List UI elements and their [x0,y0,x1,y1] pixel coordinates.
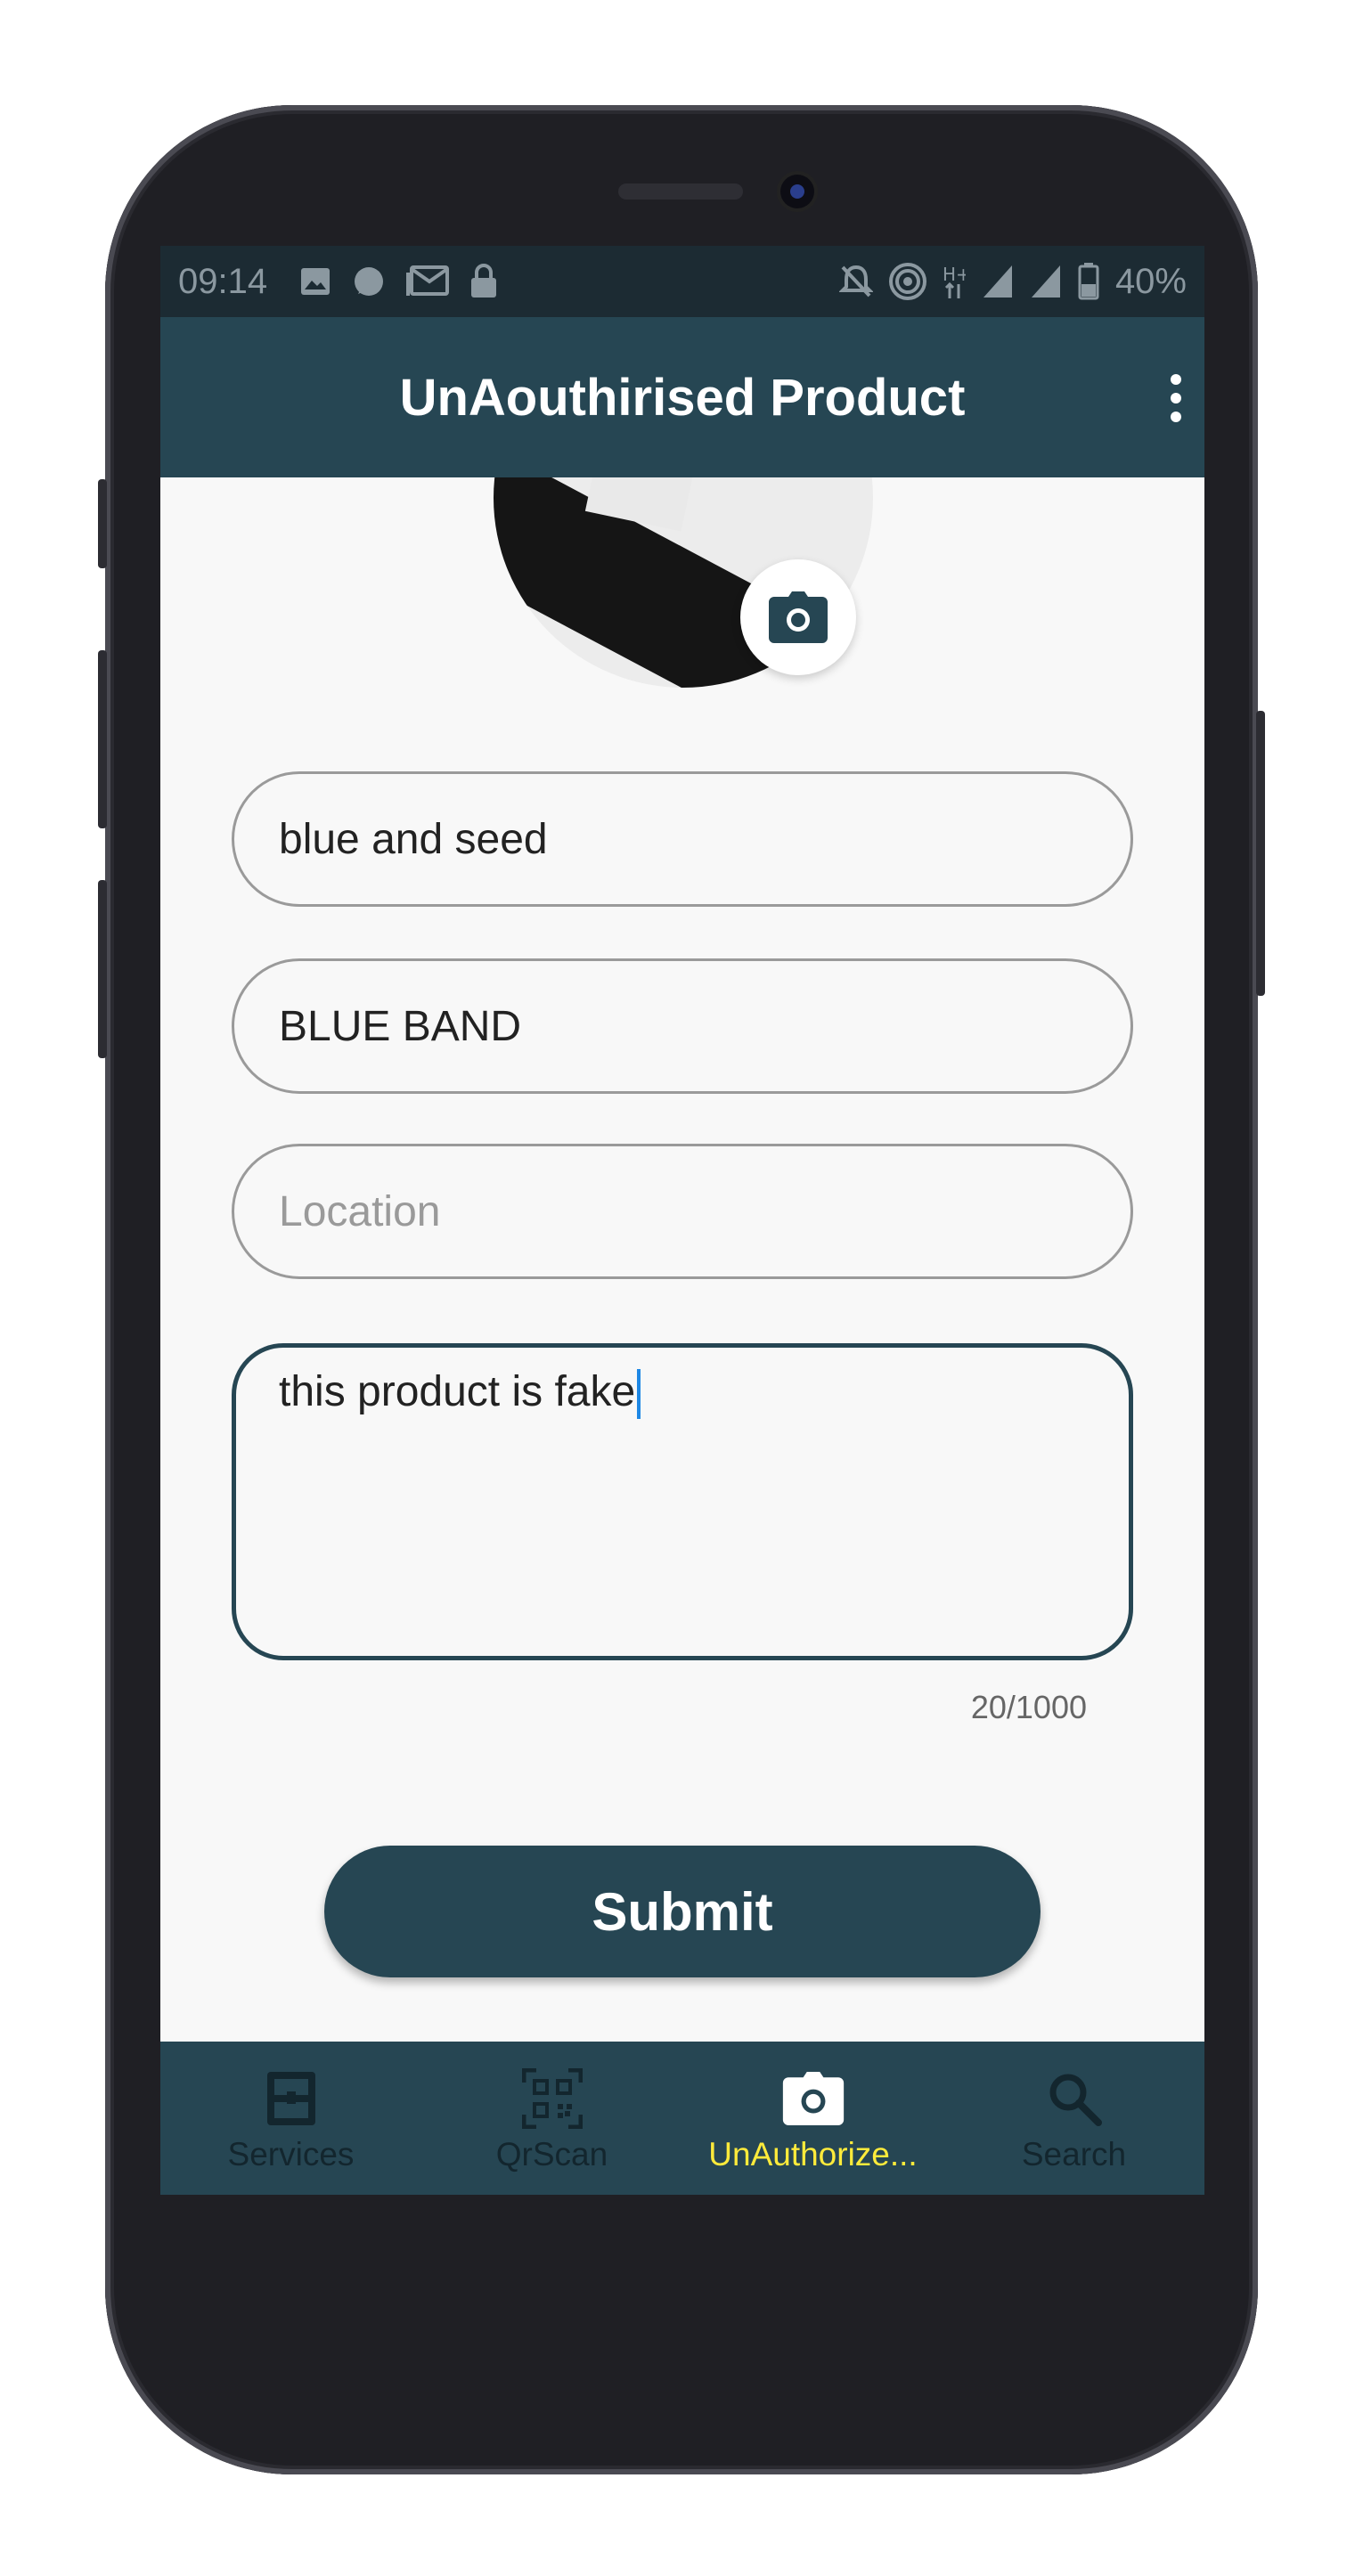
lock-icon [471,264,497,298]
qr-code-icon [521,2068,583,2129]
submit-button[interactable]: Submit [324,1846,1041,1977]
product-name-field[interactable]: blue and seed [232,771,1133,907]
report-form: blue and seed BLUE BAND Location this pr… [160,477,1204,2042]
volume-down-button [98,880,107,1058]
change-photo-button[interactable] [740,559,856,675]
signal-icon [983,265,1012,298]
front-camera [780,175,814,208]
text-cursor [637,1369,641,1420]
nav-item-qrscan[interactable]: QrScan [421,2042,682,2195]
more-vert-icon[interactable] [1167,374,1185,422]
page-title: UnAouthirised Product [399,368,966,427]
app-bar: UnAouthirised Product [160,317,1204,477]
description-field[interactable]: this product is fake [232,1343,1133,1660]
status-time: 09:14 [178,261,268,301]
side-button [98,479,107,568]
network-h-icon: H+ [943,264,966,298]
status-bar: 09:14 H+ 40% [160,246,1204,317]
mail-icon [406,265,450,296]
camera-icon [782,2072,844,2125]
nav-item-services[interactable]: Services [160,2042,421,2195]
description-text: this product is fake [279,1368,636,1415]
svg-text:H+: H+ [943,264,966,285]
camera-icon [769,591,828,643]
earpiece-speaker [618,183,743,200]
nav-label-services: Services [227,2136,355,2172]
mute-icon [838,265,873,298]
screen: 09:14 H+ 40% UnAouthirised Product blue … [160,246,1204,2195]
services-icon [266,2072,315,2125]
bottom-nav: Services QrScan UnAuthorize... Search [160,2042,1204,2195]
search-icon [1049,2074,1102,2126]
power-button [1256,711,1265,996]
location-field[interactable]: Location [232,1144,1133,1279]
nav-item-unauthorized[interactable]: UnAuthorize... [682,2042,943,2195]
nav-label-unauthorized: UnAuthorize... [708,2136,918,2172]
image-icon [301,268,331,295]
signal-icon [1031,265,1060,298]
battery-percent: 40% [1114,261,1187,301]
hotspot-icon [888,263,926,300]
char-counter: 20/1000 [970,1689,1087,1725]
nav-label-qrscan: QrScan [495,2136,608,2172]
chat-icon [355,267,384,296]
nav-label-search: Search [1021,2136,1127,2172]
nav-item-search[interactable]: Search [943,2042,1204,2195]
battery-icon [1078,263,1099,300]
volume-up-button [98,650,107,828]
brand-field[interactable]: BLUE BAND [232,958,1133,1094]
